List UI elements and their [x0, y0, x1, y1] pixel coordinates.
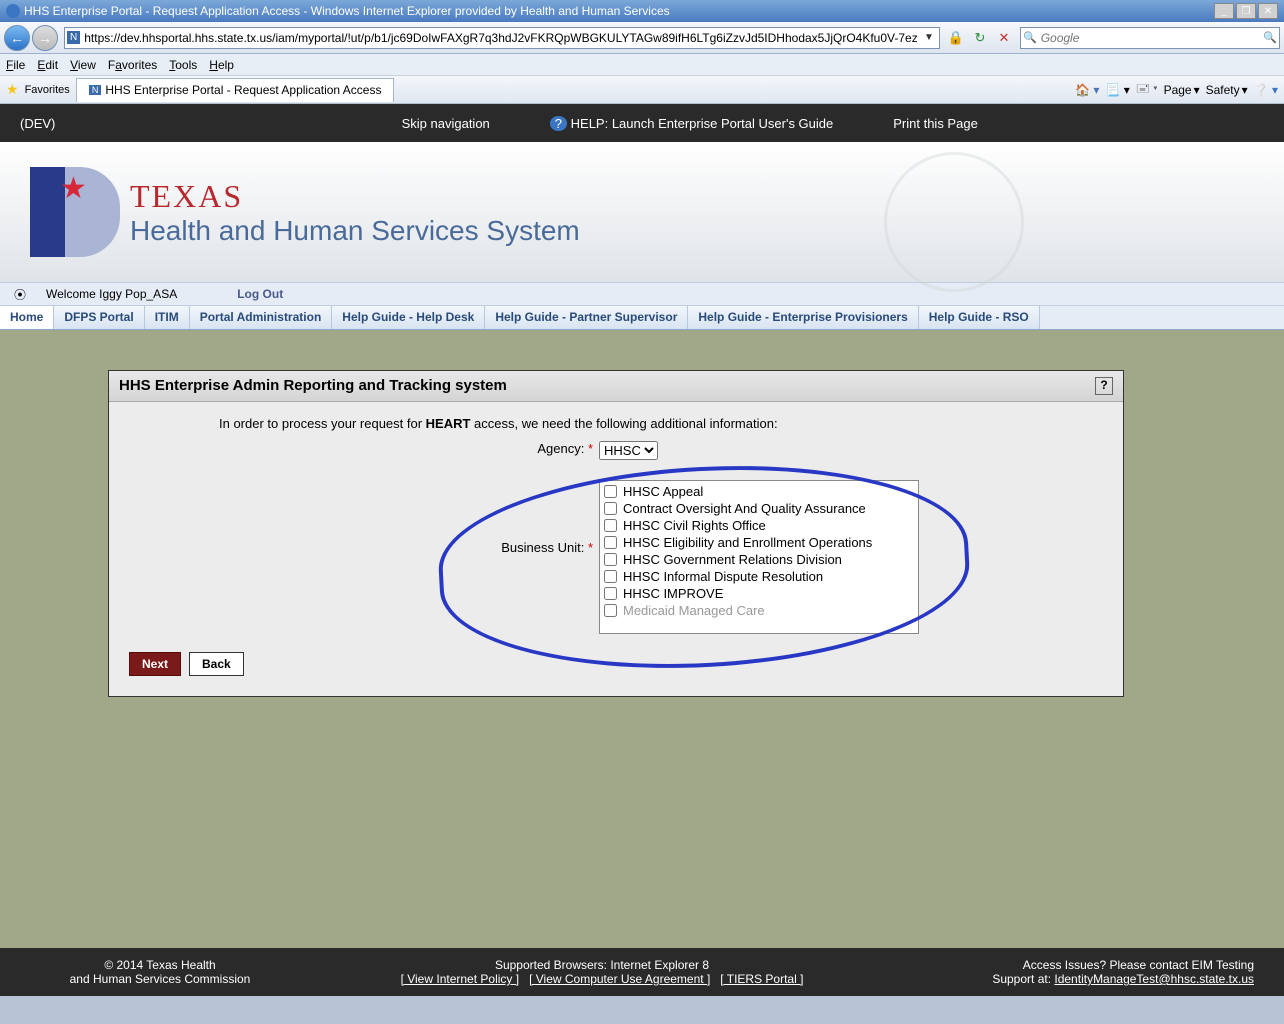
close-button[interactable]: ✕	[1258, 3, 1278, 19]
url-input[interactable]	[80, 31, 921, 45]
window-title: HHS Enterprise Portal - Request Applicat…	[24, 4, 670, 18]
copyright-line1: © 2014 Texas Health	[30, 958, 290, 972]
bu-checkbox[interactable]	[604, 502, 617, 515]
minimize-button[interactable]: _	[1214, 3, 1234, 19]
bu-checkbox[interactable]	[604, 587, 617, 600]
back-button-form[interactable]: Back	[189, 652, 244, 676]
business-unit-label: Business Unit:	[501, 540, 584, 555]
browser-tab[interactable]: N HHS Enterprise Portal - Request Applic…	[76, 78, 395, 102]
brand-texas: TEXAS	[130, 178, 580, 215]
supported-browsers: Supported Browsers: Internet Explorer 8	[401, 958, 804, 972]
welcome-text: Welcome Iggy Pop_ASA	[46, 287, 177, 301]
page-footer: © 2014 Texas Health and Human Services C…	[0, 948, 1284, 996]
page-content: (DEV) Skip navigation ? HELP: Launch Ent…	[0, 104, 1284, 996]
bu-checkbox[interactable]	[604, 519, 617, 532]
url-dropdown-icon[interactable]: ▼	[921, 32, 937, 43]
tab-partner-supervisor[interactable]: Help Guide - Partner Supervisor	[485, 306, 688, 329]
search-provider-icon: 🔍	[1023, 31, 1037, 44]
window-titlebar: HHS Enterprise Portal - Request Applicat…	[0, 0, 1284, 22]
internet-policy-link[interactable]: [ View Internet Policy ]	[401, 972, 520, 986]
tiers-portal-link[interactable]: [ TIERS Portal ]	[720, 972, 803, 986]
tab-itim[interactable]: ITIM	[145, 306, 190, 329]
print-page-link[interactable]: Print this Page	[893, 116, 978, 131]
search-box[interactable]: 🔍 🔍	[1020, 27, 1280, 49]
stop-icon[interactable]: ✕	[993, 27, 1015, 49]
list-item[interactable]: HHSC Civil Rights Office	[602, 517, 916, 534]
forward-button[interactable]: →	[32, 25, 58, 51]
page-menu[interactable]: Page ▾	[1164, 83, 1200, 97]
tab-home[interactable]: Home	[0, 306, 54, 329]
menu-edit[interactable]: Edit	[37, 58, 58, 72]
menu-file[interactable]: File	[6, 58, 25, 72]
browser-nav-row: ← → N ▼ 🔒 ↻ ✕ 🔍 🔍	[0, 22, 1284, 54]
next-button[interactable]: Next	[129, 652, 181, 676]
print-icon[interactable]: 🖃 ▾	[1136, 79, 1158, 100]
favorites-star-icon[interactable]: ★	[6, 81, 19, 98]
address-bar[interactable]: N ▼	[64, 27, 940, 49]
tab-rso[interactable]: Help Guide - RSO	[919, 306, 1040, 329]
search-input[interactable]	[1037, 31, 1264, 45]
help-link[interactable]: ? HELP: Launch Enterprise Portal User's …	[550, 116, 833, 131]
texas-logo-icon: ★	[30, 167, 120, 257]
list-item[interactable]: HHSC Informal Dispute Resolution	[602, 568, 916, 585]
form-panel: HHS Enterprise Admin Reporting and Track…	[108, 370, 1124, 697]
home-icon[interactable]: 🏠 ▾	[1075, 83, 1099, 97]
tab-help-desk[interactable]: Help Guide - Help Desk	[332, 306, 485, 329]
favorites-row: ★ Favorites N HHS Enterprise Portal - Re…	[0, 76, 1284, 104]
menu-tools[interactable]: Tools	[169, 58, 197, 72]
agency-select[interactable]: HHSC	[599, 441, 658, 460]
bu-checkbox[interactable]	[604, 604, 617, 617]
tab-favicon: N	[89, 85, 102, 95]
tab-title: HHS Enterprise Portal - Request Applicat…	[105, 83, 381, 97]
feeds-icon[interactable]: 📃 ▾	[1105, 83, 1129, 97]
panel-help-button[interactable]: ?	[1095, 377, 1113, 395]
computer-use-link[interactable]: [ View Computer Use Agreement ]	[529, 972, 710, 986]
panel-title: HHS Enterprise Admin Reporting and Track…	[119, 377, 507, 395]
logout-link[interactable]: Log Out	[237, 287, 283, 301]
business-unit-list[interactable]: HHSC Appeal Contract Oversight And Quali…	[599, 480, 919, 634]
bu-checkbox[interactable]	[604, 570, 617, 583]
tab-enterprise-provisioners[interactable]: Help Guide - Enterprise Provisioners	[688, 306, 918, 329]
menu-bar: File Edit View Favorites Tools Help	[0, 54, 1284, 76]
lock-icon: 🔒	[945, 27, 967, 49]
tab-dfps[interactable]: DFPS Portal	[54, 306, 144, 329]
nav-tabs: Home DFPS Portal ITIM Portal Administrat…	[0, 306, 1284, 330]
menu-help[interactable]: Help	[209, 58, 234, 72]
bu-checkbox[interactable]	[604, 485, 617, 498]
list-item[interactable]: HHSC Government Relations Division	[602, 551, 916, 568]
portal-topbar: (DEV) Skip navigation ? HELP: Launch Ent…	[0, 104, 1284, 142]
agency-label: Agency:	[537, 441, 584, 456]
bu-checkbox[interactable]	[604, 536, 617, 549]
tools-help-icon[interactable]: ❔ ▾	[1254, 83, 1278, 97]
menu-favorites[interactable]: Favorites	[108, 58, 157, 72]
refresh-icon[interactable]: ↻	[969, 27, 991, 49]
menu-view[interactable]: View	[70, 58, 96, 72]
brand-subtitle: Health and Human Services System	[130, 215, 580, 247]
tab-portal-admin[interactable]: Portal Administration	[190, 306, 333, 329]
search-go-icon[interactable]: 🔍	[1263, 31, 1277, 44]
restore-button[interactable]: ❐	[1236, 3, 1256, 19]
list-item[interactable]: HHSC Appeal	[602, 483, 916, 500]
copyright-line2: and Human Services Commission	[30, 972, 290, 986]
ie-icon	[6, 4, 20, 18]
list-item[interactable]: Medicaid Managed Care	[602, 602, 916, 619]
list-item[interactable]: HHSC IMPROVE	[602, 585, 916, 602]
list-item[interactable]: Contract Oversight And Quality Assurance	[602, 500, 916, 517]
state-seal-icon	[884, 152, 1024, 292]
intro-text: In order to process your request for HEA…	[219, 416, 1103, 431]
list-item[interactable]: HHSC Eligibility and Enrollment Operatio…	[602, 534, 916, 551]
support-email-link[interactable]: IdentityManageTest@hhsc.state.tx.us	[1054, 972, 1254, 986]
help-icon: ?	[550, 116, 567, 131]
user-row: ⦿ Welcome Iggy Pop_ASA Log Out	[0, 282, 1284, 306]
back-button[interactable]: ←	[4, 25, 30, 51]
skip-nav-link[interactable]: Skip navigation	[402, 116, 490, 131]
access-issues-text: Access Issues? Please contact EIM Testin…	[914, 958, 1254, 972]
brand-banner: ★ TEXAS Health and Human Services System	[0, 142, 1284, 282]
favorites-label[interactable]: Favorites	[25, 84, 70, 96]
collapse-icon[interactable]: ⦿	[14, 286, 26, 303]
site-icon: N	[67, 31, 80, 44]
bu-checkbox[interactable]	[604, 553, 617, 566]
safety-menu[interactable]: Safety ▾	[1206, 83, 1248, 97]
env-label: (DEV)	[20, 116, 55, 131]
